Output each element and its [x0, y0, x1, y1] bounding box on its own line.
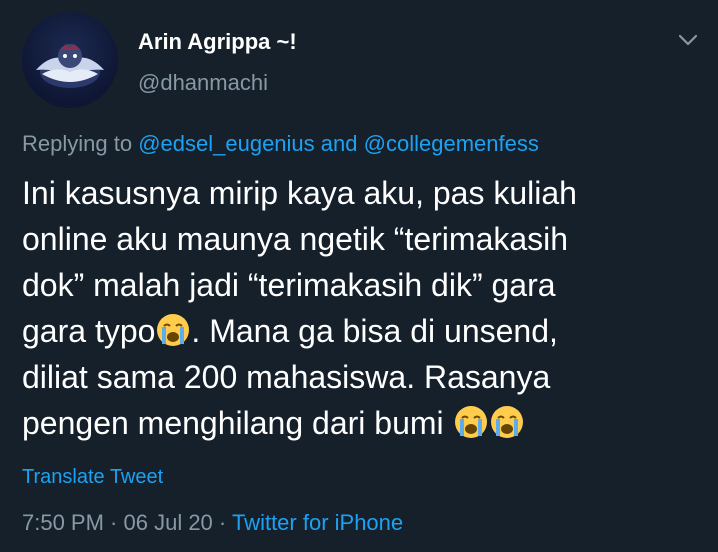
chevron-down-icon[interactable]	[676, 28, 700, 52]
loudly-crying-face-icon	[453, 404, 489, 440]
mention-conjunction[interactable]: and	[321, 131, 358, 156]
translate-tweet-link[interactable]: Translate Tweet	[22, 466, 163, 489]
avatar-bird-image	[36, 44, 104, 88]
tweet-text: Ini kasusnya mirip kaya aku, pas kuliah …	[22, 170, 702, 446]
tweet-time[interactable]: 7:50 PM	[22, 510, 104, 535]
tweet-line: online aku maunya ngetik “terimakasih	[22, 221, 569, 257]
tweet-line-part: pengen menghilang dari bumi	[22, 405, 453, 441]
tweet-line-part: . Mana ga bisa di unsend,	[191, 313, 558, 349]
replying-to: Replying to @edsel_eugenius and @college…	[22, 131, 539, 157]
tweet-meta: 7:50 PM · 06 Jul 20 · Twitter for iPhone	[22, 510, 403, 536]
mention-link[interactable]: @collegemenfess	[364, 131, 539, 156]
tweet-line: dok” malah jadi “terimakasih dik” gara	[22, 267, 556, 303]
avatar[interactable]	[22, 12, 118, 108]
meta-separator: ·	[212, 510, 232, 535]
replying-prefix: Replying to	[22, 131, 133, 156]
loudly-crying-face-icon	[489, 404, 525, 440]
user-handle[interactable]: @dhanmachi	[138, 70, 268, 96]
tweet-line: pengen menghilang dari bumi	[22, 400, 702, 446]
mention-link[interactable]: @edsel_eugenius	[138, 131, 314, 156]
tweet-source-link[interactable]: Twitter for iPhone	[232, 510, 403, 535]
tweet-date[interactable]: 06 Jul 20	[124, 510, 213, 535]
tweet-line: diliat sama 200 mahasiswa. Rasanya	[22, 359, 551, 395]
tweet-line: gara typo . Mana ga bisa di unsend,	[22, 308, 702, 354]
tweet-line-part: gara typo	[22, 313, 156, 349]
tweet-line: Ini kasusnya mirip kaya aku, pas kuliah	[22, 175, 577, 211]
loudly-crying-face-icon	[155, 312, 191, 348]
display-name[interactable]: Arin Agrippa ~!	[138, 29, 297, 55]
meta-separator: ·	[103, 510, 124, 535]
